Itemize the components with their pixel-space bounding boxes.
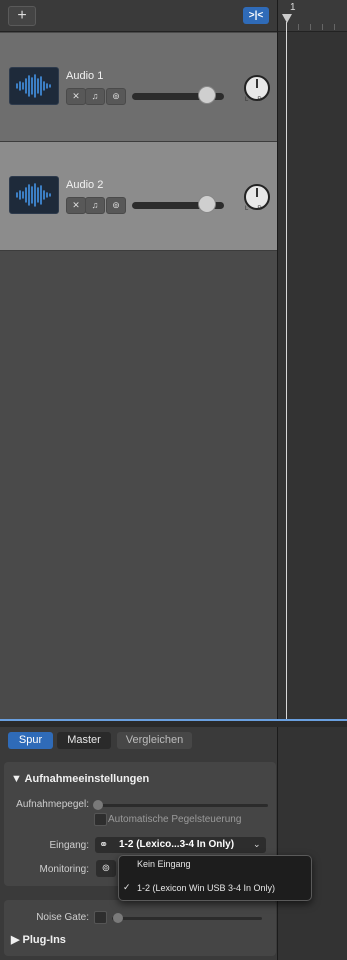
- disclosure-open-icon[interactable]: ▼: [11, 773, 25, 785]
- playhead-line: [286, 22, 287, 720]
- waveform-icon: [9, 176, 59, 214]
- record-level-slider[interactable]: [96, 804, 268, 807]
- disclosure-closed-icon[interactable]: ▶: [11, 934, 23, 946]
- record-level-label: Aufnahmepegel:: [16, 799, 89, 810]
- monitoring-icon[interactable]: ⊚: [106, 88, 126, 105]
- menu-item-no-input[interactable]: Kein Eingang: [137, 859, 191, 869]
- noise-gate-label: Noise Gate:: [36, 912, 89, 923]
- headphones-icon[interactable]: ♫: [85, 88, 105, 105]
- catch-playhead-button[interactable]: >|<: [243, 7, 269, 24]
- inspector-side-area: [277, 727, 347, 960]
- add-track-button[interactable]: +: [8, 6, 36, 26]
- chevron-down-icon: ⌄: [253, 839, 261, 849]
- input-select-value: 1-2 (Lexico...3-4 In Only): [119, 839, 235, 850]
- tracks-header: [0, 0, 277, 32]
- headphones-icon[interactable]: ♫: [85, 197, 105, 214]
- playhead-icon[interactable]: [282, 14, 292, 23]
- track-header[interactable]: Audio 1 ✕ ♫ ⊚ LR: [0, 33, 277, 142]
- monitoring-icon[interactable]: ⊚: [106, 197, 126, 214]
- mute-icon[interactable]: ✕: [66, 88, 86, 105]
- checkmark-icon: ✓: [123, 882, 131, 892]
- record-level-knob[interactable]: [93, 800, 103, 810]
- noise-gate-slider[interactable]: [112, 917, 262, 920]
- noise-gate-checkbox[interactable]: [94, 911, 107, 924]
- tab-spur[interactable]: Spur: [8, 732, 53, 749]
- ruler-bar-number: 1: [290, 2, 296, 13]
- track-name: Audio 1: [66, 70, 104, 82]
- volume-slider-knob[interactable]: [197, 195, 216, 213]
- stereo-input-icon: ⚭: [99, 839, 109, 851]
- noise-gate-panel: [4, 900, 276, 956]
- auto-level-checkbox[interactable]: [94, 813, 107, 826]
- pan-lr-label: LR: [245, 97, 271, 103]
- waveform-icon: [9, 67, 59, 105]
- tab-vergleichen[interactable]: Vergleichen: [117, 732, 192, 749]
- arrange-area[interactable]: [277, 32, 347, 720]
- menu-item-input-1-2[interactable]: 1-2 (Lexicon Win USB 3-4 In Only): [137, 883, 275, 893]
- monitoring-button[interactable]: ⊚: [96, 860, 116, 877]
- noise-gate-knob[interactable]: [113, 913, 123, 923]
- volume-slider-knob[interactable]: [197, 86, 216, 104]
- pan-lr-label: LR: [245, 206, 271, 212]
- track-name: Audio 2: [66, 179, 104, 191]
- monitoring-label: Monitoring:: [39, 864, 89, 875]
- input-label: Eingang:: [49, 840, 89, 851]
- mute-icon[interactable]: ✕: [66, 197, 86, 214]
- track-header[interactable]: Audio 2 ✕ ♫ ⊚ LR: [0, 142, 277, 251]
- plugins-header[interactable]: ▶ Plug-Ins: [11, 933, 66, 946]
- recording-settings-title[interactable]: ▼ Aufnahmeeinstellungen: [11, 773, 149, 785]
- tab-master[interactable]: Master: [57, 732, 111, 749]
- auto-level-label: Automatische Pegelsteuerung: [108, 814, 242, 825]
